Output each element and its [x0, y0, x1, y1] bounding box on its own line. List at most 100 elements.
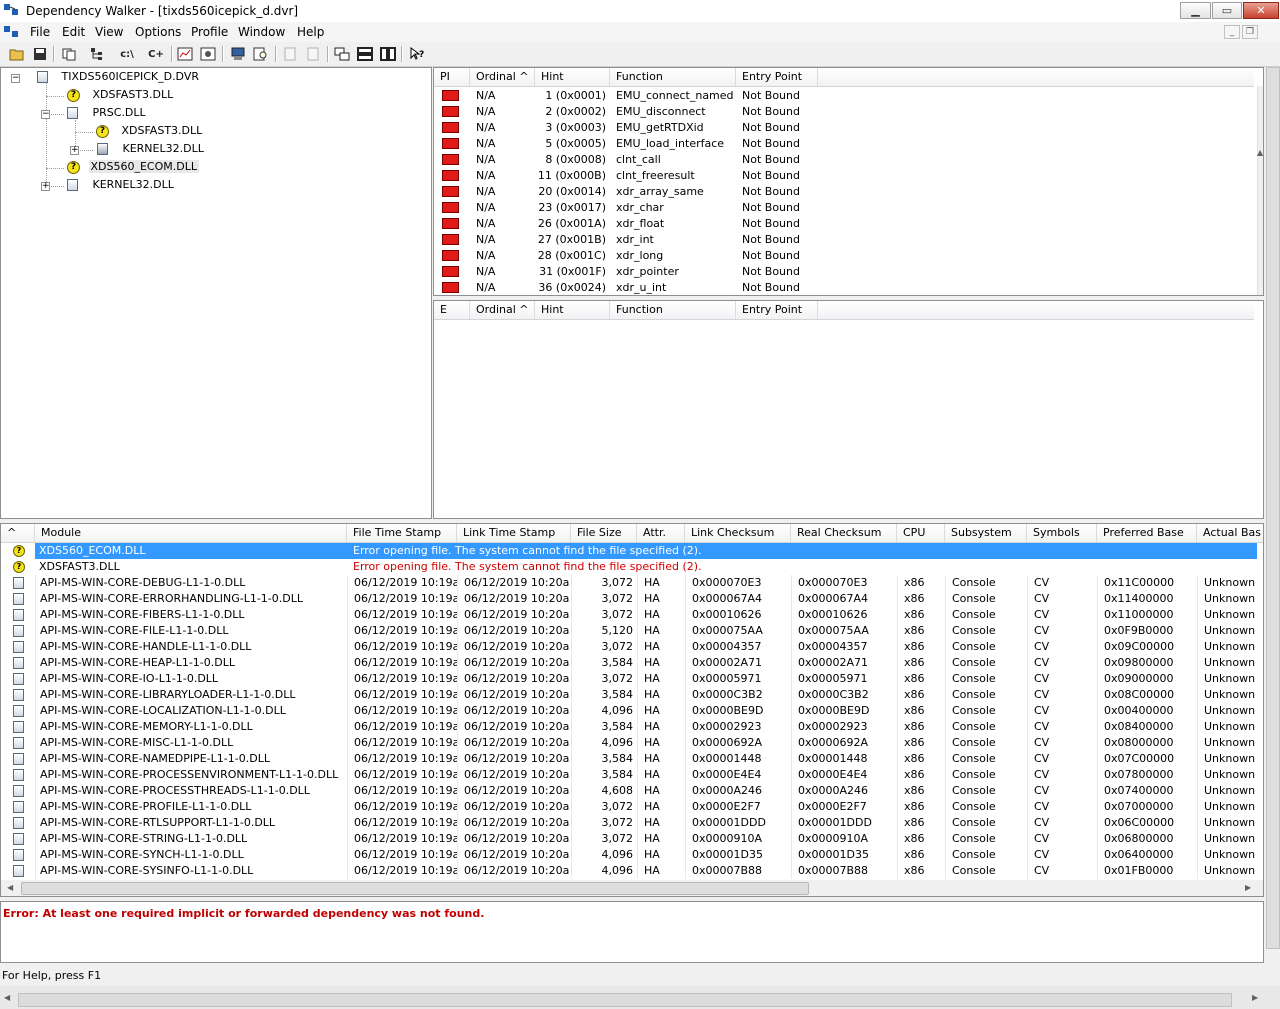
- scroll-right-icon[interactable]: ▶: [1252, 993, 1258, 1002]
- expand-icon[interactable]: +: [70, 146, 79, 155]
- mdi-minimize-button[interactable]: _: [1224, 25, 1240, 39]
- scroll-left-icon[interactable]: ◀: [7, 883, 13, 892]
- module-row-missing[interactable]: ? XDS560_ECOM.DLL Error opening file. The …: [1, 543, 1257, 559]
- tile-vertical-icon[interactable]: [379, 45, 397, 63]
- import-row[interactable]: N/A 5 (0x0005) EMU_load_interface Not Bound: [434, 136, 1254, 152]
- col-attr[interactable]: Attr.: [637, 524, 685, 542]
- module-row[interactable]: API-MS-WIN-CORE-HEAP-L1-1-0.DLL 06/12/201…: [1, 655, 1257, 671]
- context-help-icon[interactable]: ?: [408, 45, 426, 63]
- tree-node-kernel32[interactable]: KERNEL32.DLL: [67, 177, 176, 193]
- modules-hscrollbar[interactable]: ◀ ▶: [1, 880, 1263, 896]
- cpp-undecorate-icon[interactable]: C+: [145, 45, 167, 63]
- col-ordinal[interactable]: Ordinal ^: [470, 68, 535, 86]
- tree-node-prsc-xdsfast3[interactable]: ? XDSFAST3.DLL: [96, 123, 204, 139]
- import-row[interactable]: N/A 8 (0x0008) clnt_call Not Bound: [434, 152, 1254, 168]
- col-function[interactable]: Function: [610, 301, 736, 319]
- menu-file[interactable]: File: [30, 25, 50, 39]
- menu-edit[interactable]: Edit: [62, 25, 85, 39]
- col-file-size[interactable]: File Size: [571, 524, 637, 542]
- mdi-child-icon[interactable]: [3, 24, 19, 40]
- col-module[interactable]: Module: [35, 524, 347, 542]
- copy-icon[interactable]: [60, 45, 78, 63]
- mdi-restore-button[interactable]: ❐: [1242, 25, 1258, 39]
- hscroll-thumb[interactable]: [21, 882, 809, 895]
- module-row[interactable]: API-MS-WIN-CORE-NAMEDPIPE-L1-1-0.DLL 06/1…: [1, 751, 1257, 767]
- scroll-right-icon[interactable]: ▶: [1245, 883, 1251, 892]
- module-row[interactable]: API-MS-WIN-CORE-HANDLE-L1-1-0.DLL 06/12/2…: [1, 639, 1257, 655]
- menu-window[interactable]: Window: [238, 25, 285, 39]
- system-info-icon[interactable]: [229, 45, 247, 63]
- import-row[interactable]: N/A 1 (0x0001) EMU_connect_named Not Bound: [434, 88, 1254, 104]
- previous-module-icon[interactable]: [282, 45, 300, 63]
- module-row[interactable]: API-MS-WIN-CORE-PROFILE-L1-1-0.DLL 06/12/…: [1, 799, 1257, 815]
- menu-view[interactable]: View: [95, 25, 123, 39]
- tree-node-xds560-ecom[interactable]: ? XDS560_ECOM.DLL: [67, 159, 199, 175]
- module-row[interactable]: API-MS-WIN-CORE-STRING-L1-1-0.DLL 06/12/2…: [1, 831, 1257, 847]
- col-cpu[interactable]: CPU: [897, 524, 945, 542]
- col-subsystem[interactable]: Subsystem: [945, 524, 1027, 542]
- module-row[interactable]: API-MS-WIN-CORE-IO-L1-1-0.DLL 06/12/2019 …: [1, 671, 1257, 687]
- import-row[interactable]: N/A 2 (0x0002) EMU_disconnect Not Bound: [434, 104, 1254, 120]
- col-hint[interactable]: Hint: [535, 301, 610, 319]
- module-row[interactable]: API-MS-WIN-CORE-FIBERS-L1-1-0.DLL 06/12/2…: [1, 607, 1257, 623]
- full-paths-icon[interactable]: c:\: [116, 45, 138, 63]
- import-row[interactable]: N/A 23 (0x0017) xdr_char Not Bound: [434, 200, 1254, 216]
- module-row[interactable]: API-MS-WIN-CORE-LIBRARYLOADER-L1-1-0.DLL…: [1, 687, 1257, 703]
- import-row[interactable]: N/A 20 (0x0014) xdr_array_same Not Bound: [434, 184, 1254, 200]
- vscroll-thumb[interactable]: [1266, 67, 1280, 949]
- tree-view-icon[interactable]: [89, 45, 107, 63]
- close-button[interactable]: ✕: [1243, 2, 1279, 19]
- module-row[interactable]: API-MS-WIN-CORE-SYNCH-L1-1-0.DLL 06/12/20…: [1, 847, 1257, 863]
- find-icon[interactable]: [252, 45, 270, 63]
- module-row[interactable]: API-MS-WIN-CORE-PROCESSTHREADS-L1-1-0.DL…: [1, 783, 1257, 799]
- tree-node-root[interactable]: TIXDS560ICEPICK_D.DVR: [37, 69, 201, 85]
- expand-icon[interactable]: +: [41, 182, 50, 191]
- col-entry-point[interactable]: Entry Point: [736, 301, 818, 319]
- module-row[interactable]: API-MS-WIN-CORE-MISC-L1-1-0.DLL 06/12/201…: [1, 735, 1257, 751]
- profile-icon[interactable]: [176, 45, 194, 63]
- col-link-time-stamp[interactable]: Link Time Stamp: [457, 524, 571, 542]
- tree-node-prsc[interactable]: PRSC.DLL: [67, 105, 148, 121]
- tile-horizontal-icon[interactable]: [356, 45, 374, 63]
- module-row[interactable]: API-MS-WIN-CORE-MEMORY-L1-1-0.DLL 06/12/2…: [1, 719, 1257, 735]
- minimize-button[interactable]: ▁: [1180, 2, 1211, 19]
- configure-icon[interactable]: [199, 45, 217, 63]
- import-row[interactable]: N/A 27 (0x001B) xdr_int Not Bound: [434, 232, 1254, 248]
- col-ordinal[interactable]: Ordinal ^: [470, 301, 535, 319]
- import-row[interactable]: N/A 31 (0x001F) xdr_pointer Not Bound: [434, 264, 1254, 280]
- col-preferred-base[interactable]: Preferred Base: [1097, 524, 1197, 542]
- tree-node-xdsfast3[interactable]: ? XDSFAST3.DLL: [67, 87, 175, 103]
- open-folder-icon[interactable]: [8, 45, 26, 63]
- bottom-scroll-thumb[interactable]: [18, 993, 1232, 1007]
- module-row[interactable]: API-MS-WIN-CORE-SYSINFO-L1-1-0.DLL 06/12/…: [1, 863, 1257, 879]
- window-vscrollbar[interactable]: [1264, 67, 1280, 967]
- tree-node-prsc-kernel32[interactable]: KERNEL32.DLL: [97, 141, 206, 157]
- col-file-time-stamp[interactable]: File Time Stamp: [347, 524, 457, 542]
- col-actual-base[interactable]: Actual Bas: [1197, 524, 1263, 542]
- scroll-left-icon[interactable]: ◀: [4, 993, 10, 1002]
- import-row[interactable]: N/A 11 (0x000B) clnt_freeresult Not Bound: [434, 168, 1254, 184]
- module-row[interactable]: API-MS-WIN-CORE-PROCESSENVIRONMENT-L1-1-…: [1, 767, 1257, 783]
- module-row[interactable]: API-MS-WIN-CORE-RTLSUPPORT-L1-1-0.DLL 06/…: [1, 815, 1257, 831]
- module-row[interactable]: API-MS-WIN-CORE-DEBUG-L1-1-0.DLL 06/12/20…: [1, 575, 1257, 591]
- collapse-icon[interactable]: −: [41, 110, 50, 119]
- col-pi[interactable]: PI: [434, 68, 470, 86]
- import-row[interactable]: N/A 26 (0x001A) xdr_float Not Bound: [434, 216, 1254, 232]
- menu-help[interactable]: Help: [297, 25, 324, 39]
- col-symbols[interactable]: Symbols: [1027, 524, 1097, 542]
- col-function[interactable]: Function: [610, 68, 736, 86]
- save-icon[interactable]: [31, 45, 49, 63]
- col-link-checksum[interactable]: Link Checksum: [685, 524, 791, 542]
- col-icon[interactable]: ^: [1, 524, 35, 542]
- import-row[interactable]: N/A 3 (0x0003) EMU_getRTDXid Not Bound: [434, 120, 1254, 136]
- col-e[interactable]: E: [434, 301, 470, 319]
- module-row-missing[interactable]: ? XDSFAST3.DLL Error opening file. The sys…: [1, 559, 1257, 575]
- next-module-icon[interactable]: [305, 45, 323, 63]
- module-row[interactable]: API-MS-WIN-CORE-ERRORHANDLING-L1-1-0.DLL…: [1, 591, 1257, 607]
- col-entry-point[interactable]: Entry Point: [736, 68, 818, 86]
- col-hint[interactable]: Hint: [535, 68, 610, 86]
- import-row[interactable]: N/A 36 (0x0024) xdr_u_int Not Bound: [434, 280, 1254, 295]
- scroll-up-icon[interactable]: ▲: [1257, 148, 1263, 157]
- collapse-icon[interactable]: −: [11, 74, 20, 83]
- maximize-button[interactable]: ▭: [1212, 2, 1242, 19]
